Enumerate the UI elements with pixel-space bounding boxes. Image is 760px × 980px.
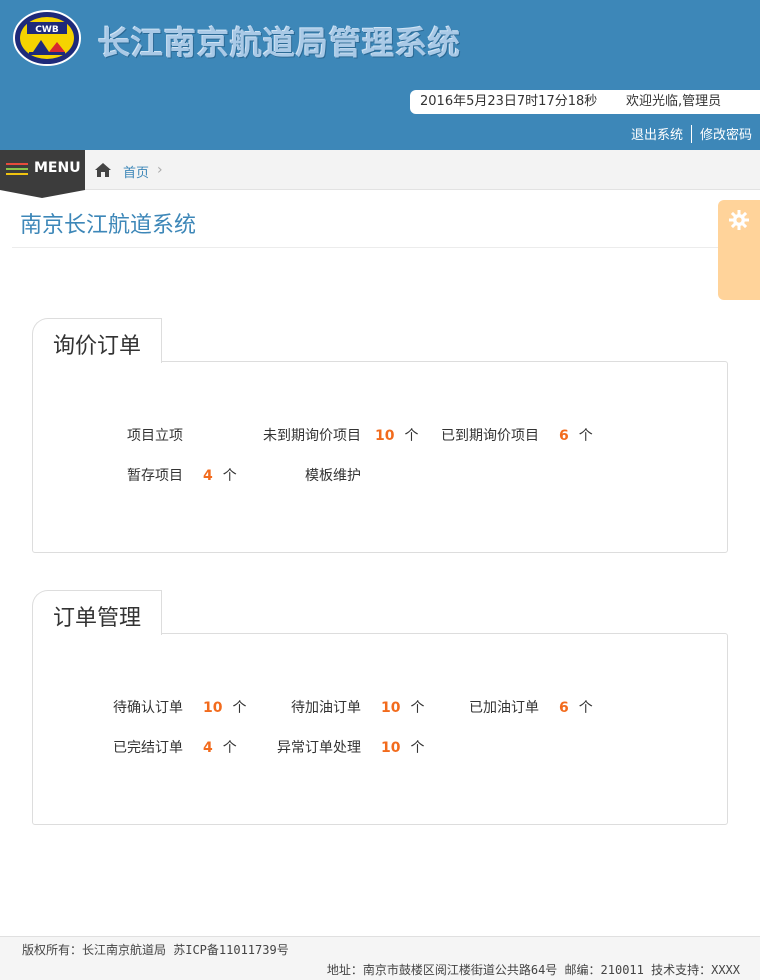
item-unit: 个 xyxy=(410,700,425,716)
item-unit: 个 xyxy=(222,740,237,756)
item-label: 暂存项目 xyxy=(127,468,183,484)
item-count: 10 xyxy=(381,700,401,716)
header-links: 退出系统 修改密码 xyxy=(631,124,752,143)
logout-link[interactable]: 退出系统 xyxy=(631,124,683,143)
footer-address: 地址：南京市鼓楼区阅江楼街道公共路64号 邮编：210011 技术支持：XXXX xyxy=(326,963,740,977)
order-management-panel xyxy=(32,633,728,825)
footer-copyright: 版权所有：长江南京航道局 苏ICP备11011739号 xyxy=(22,943,289,957)
inquiry-panel-title: 询价订单 xyxy=(32,318,162,363)
expired-inquiry-link[interactable]: 已到期询价项目 6 个 xyxy=(441,425,593,445)
menu-label: MENU xyxy=(34,160,81,176)
tab-cover xyxy=(33,632,161,634)
item-unit: 个 xyxy=(410,740,425,756)
item-count: 4 xyxy=(203,468,213,484)
chevron-right-icon: › xyxy=(157,162,163,178)
item-count: 10 xyxy=(375,428,395,444)
logo-icon: CWB xyxy=(13,10,81,66)
pending-refuel-orders-link[interactable]: 待加油订单 10 个 xyxy=(291,697,424,717)
breadcrumb-home[interactable]: 首页 xyxy=(123,162,149,181)
project-setup-link[interactable]: 项目立项 xyxy=(127,425,183,445)
item-unit: 个 xyxy=(232,700,247,716)
item-unit: 个 xyxy=(578,428,593,444)
order-management-panel-title: 订单管理 xyxy=(32,590,162,635)
item-label: 已到期询价项目 xyxy=(441,428,539,444)
item-count: 4 xyxy=(203,740,213,756)
svg-text:CWB: CWB xyxy=(35,25,59,35)
item-count: 10 xyxy=(381,740,401,756)
inquiry-panel xyxy=(32,361,728,553)
divider xyxy=(12,247,748,248)
welcome-text: 欢迎光临,管理员 xyxy=(626,94,722,109)
item-label: 待确认订单 xyxy=(113,700,183,716)
footer: 版权所有：长江南京航道局 苏ICP备11011739号 地址：南京市鼓楼区阅江楼… xyxy=(0,936,760,980)
item-label: 项目立项 xyxy=(127,428,183,444)
menu-pointer xyxy=(0,190,85,198)
tab-cover xyxy=(33,360,161,362)
menu-button[interactable]: MENU xyxy=(0,150,85,190)
template-maintenance-link[interactable]: 模板维护 xyxy=(305,465,361,485)
item-label: 已完结订单 xyxy=(113,740,183,756)
info-bar: 2016年5月23日7时17分18秒 欢迎光临,管理员 xyxy=(410,90,760,114)
draft-projects-link[interactable]: 暂存项目 4 个 xyxy=(127,465,237,485)
datetime: 2016年5月23日7时17分18秒 xyxy=(420,94,598,109)
pending-confirm-orders-link[interactable]: 待确认订单 10 个 xyxy=(113,697,246,717)
item-label: 异常订单处理 xyxy=(277,740,361,756)
item-unit: 个 xyxy=(222,468,237,484)
item-label: 已加油订单 xyxy=(469,700,539,716)
item-count: 6 xyxy=(559,700,569,716)
item-label: 模板维护 xyxy=(305,468,361,484)
header: CWB 长江南京航道局管理系统 2016年5月23日7时17分18秒 欢迎光临,… xyxy=(0,0,760,150)
link-divider xyxy=(690,124,692,143)
item-unit: 个 xyxy=(578,700,593,716)
item-label: 待加油订单 xyxy=(291,700,361,716)
menu-icon xyxy=(6,163,28,178)
breadcrumb-bar: MENU xyxy=(0,150,760,198)
page-title: 南京长江航道系统 xyxy=(20,213,197,238)
item-count: 10 xyxy=(203,700,223,716)
system-title: 长江南京航道局管理系统 xyxy=(98,24,462,62)
item-count: 6 xyxy=(559,428,569,444)
settings-tab[interactable] xyxy=(718,200,760,300)
refueled-orders-link[interactable]: 已加油订单 6 个 xyxy=(469,697,593,717)
completed-orders-link[interactable]: 已完结订单 4 个 xyxy=(113,737,237,757)
home-icon[interactable] xyxy=(94,162,112,178)
exception-orders-link[interactable]: 异常订单处理 10 个 xyxy=(277,737,424,757)
item-label: 未到期询价项目 xyxy=(263,428,361,444)
change-password-link[interactable]: 修改密码 xyxy=(700,124,752,143)
gear-icon xyxy=(729,210,749,230)
item-unit: 个 xyxy=(404,428,419,444)
unexpired-inquiry-link[interactable]: 未到期询价项目 10 个 xyxy=(263,425,418,445)
